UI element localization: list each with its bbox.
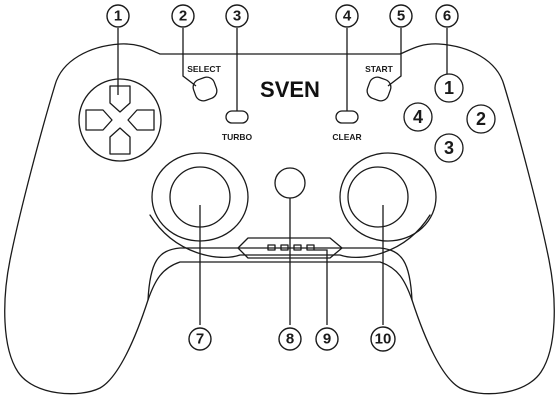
callout-1-number: 1	[114, 8, 122, 25]
dpad-surround	[78, 78, 162, 162]
select-label: SELECT	[187, 64, 221, 74]
callout-2: 2	[171, 4, 195, 28]
callout-5-number: 5	[397, 8, 405, 25]
callout-7-number: 7	[196, 331, 204, 348]
callout-6-number: 6	[443, 8, 451, 25]
callout-8: 8	[278, 327, 302, 351]
start-button[interactable]	[365, 75, 393, 103]
dpad-down[interactable]	[109, 127, 131, 155]
face-button-3-label: 3	[444, 138, 454, 158]
callout-5: 5	[389, 4, 413, 28]
face-button-4-label: 4	[413, 107, 423, 127]
sven-logo: SVEN	[260, 77, 320, 102]
callout-9-line	[314, 249, 328, 325]
dpad-right[interactable]	[127, 109, 155, 131]
callout-10-number: 10	[375, 331, 392, 348]
callout-3-number: 3	[233, 8, 241, 25]
gamepad-diagram: SELECT START TURBO CLEAR SVEN 1 2 3 4 1 …	[4, 4, 555, 395]
right-stick-housing	[339, 152, 437, 242]
analog-mode-button[interactable]	[274, 167, 306, 199]
clear-label: CLEAR	[332, 132, 361, 142]
callout-leaders	[117, 28, 448, 325]
face-button-1-label: 1	[444, 78, 454, 98]
start-label: START	[365, 64, 394, 74]
callout-8-number: 8	[286, 331, 294, 348]
callout-4-number: 4	[343, 8, 352, 25]
callout-3: 3	[225, 4, 249, 28]
callout-2-line	[182, 28, 197, 87]
dpad-up[interactable]	[109, 85, 131, 113]
callout-2-number: 2	[179, 8, 187, 25]
callout-5-line	[387, 28, 402, 87]
callout-9-number: 9	[323, 331, 331, 348]
select-button[interactable]	[191, 75, 219, 103]
callout-1: 1	[106, 4, 130, 28]
turbo-label: TURBO	[222, 132, 253, 142]
callout-6: 6	[435, 4, 459, 28]
callout-9: 9	[315, 327, 339, 351]
callout-4: 4	[335, 4, 359, 28]
callout-7: 7	[188, 327, 212, 351]
right-analog-stick[interactable]	[347, 166, 409, 228]
turbo-button[interactable]	[225, 110, 249, 124]
clear-button[interactable]	[335, 110, 359, 124]
callout-10: 10	[370, 326, 396, 352]
face-button-2-label: 2	[476, 109, 486, 129]
dpad-left[interactable]	[85, 109, 113, 131]
